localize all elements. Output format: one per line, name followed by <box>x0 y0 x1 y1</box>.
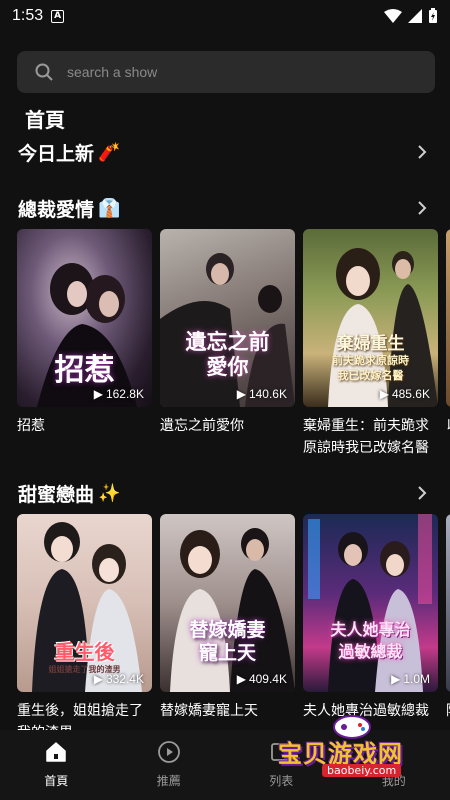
show-title[interactable]: 遺忘之前愛你 <box>160 415 295 437</box>
page-title: 首頁 <box>25 108 65 132</box>
poster-title: 夫人她專治 過敏總裁 <box>330 620 411 661</box>
show-poster[interactable]: 重生後 姐姐搶走了我的渣男 ▶ 332.4K <box>17 514 152 692</box>
nav-item-recommend[interactable]: 推薦 <box>113 730 226 800</box>
status-bar: 1:53 A <box>0 0 450 32</box>
show-card-peek[interactable]: 以 <box>446 229 450 437</box>
section-header-new-today[interactable]: 今日上新 🧨 <box>18 138 432 166</box>
nav-label: 首頁 <box>44 774 69 788</box>
poster-title: 遺忘之前 愛你 <box>185 329 270 379</box>
show-poster[interactable] <box>446 229 450 407</box>
show-title[interactable]: 重生後，姐姐搶走了我的渣男 <box>17 700 152 730</box>
show-poster[interactable]: 棄婦重生 前夫跪求原諒時 我已改嫁名醫 ▶ 485.6K <box>303 229 438 407</box>
show-card[interactable]: 遺忘之前 愛你 ▶ 140.6K 遺忘之前愛你 <box>160 229 295 437</box>
chevron-right-icon[interactable] <box>412 483 432 503</box>
search-input[interactable] <box>67 64 367 80</box>
section-header-ceo-romance[interactable]: 總裁愛情 👔 <box>18 194 432 222</box>
view-count: ▶ 162.8K <box>93 387 144 401</box>
watermark-url: baobeiy.com <box>322 764 402 777</box>
home-icon <box>42 738 70 766</box>
show-poster[interactable]: 遺忘之前 愛你 ▶ 140.6K <box>160 229 295 407</box>
section-title: 今日上新 <box>18 142 95 165</box>
show-title[interactable]: 替嫁嬌妻寵上天 <box>160 700 295 722</box>
poster-subtitle: 前夫跪求原諒時 我已改嫁名醫 <box>332 354 409 382</box>
view-count: ▶ 140.6K <box>236 387 287 401</box>
search-icon <box>35 63 53 81</box>
battery-icon <box>429 8 437 23</box>
poster-title: 重生後 <box>54 640 115 664</box>
show-card[interactable]: 招惹 ▶ 162.8K 招惹 <box>17 229 152 437</box>
signal-icon <box>408 9 422 23</box>
show-title[interactable]: 棄婦重生：前夫跪求原諒時我已改嫁名醫 <box>303 415 438 459</box>
play-icon: ▶ <box>93 387 103 401</box>
search-bar[interactable] <box>17 51 435 93</box>
section-header-sweet-romance[interactable]: 甜蜜戀曲 ✨ <box>18 479 432 507</box>
nav-label: 推薦 <box>156 774 181 788</box>
nav-item-home[interactable]: 首頁 <box>0 730 113 800</box>
watermark-logo: 宝贝游戏网 baobeiy.com <box>272 715 442 784</box>
view-count: ▶ 409.4K <box>236 672 287 686</box>
show-card[interactable]: 棄婦重生 前夫跪求原諒時 我已改嫁名醫 ▶ 485.6K 棄婦重生：前夫跪求原諒時… <box>303 229 438 459</box>
play-icon: ▶ <box>236 672 246 686</box>
suit-icon: 👔 <box>98 197 121 219</box>
show-card[interactable]: 夫人她專治 過敏總裁 ▶ 1.0M 夫人她專治過敏總裁 <box>303 514 438 722</box>
status-icons <box>384 8 438 24</box>
show-card-peek[interactable]: 陳 <box>446 514 450 722</box>
view-count: ▶ 332.4K <box>93 672 144 686</box>
show-title[interactable]: 以 <box>446 415 450 437</box>
show-poster[interactable]: 夫人她專治 過敏總裁 ▶ 1.0M <box>303 514 438 692</box>
poster-title: 替嫁嬌妻 寵上天 <box>189 619 266 664</box>
wifi-icon <box>384 9 402 23</box>
view-count: ▶ 485.6K <box>379 387 430 401</box>
show-row-sweet-romance[interactable]: 重生後 姐姐搶走了我的渣男 ▶332.4K 重生後，姐姐搶走了我的渣男 替嫁嬌妻… <box>17 514 450 730</box>
chevron-right-icon[interactable] <box>412 198 432 218</box>
firecracker-icon: 🧨 <box>98 141 121 163</box>
play-icon: ▶ <box>236 387 246 401</box>
show-poster[interactable]: 替嫁嬌妻 寵上天 ▶ 409.4K <box>160 514 295 692</box>
poster-title: 棄婦重生 <box>336 334 405 354</box>
poster-title: 招惹 <box>54 353 115 388</box>
show-poster[interactable]: 招惹 ▶ 162.8K <box>17 229 152 407</box>
show-title[interactable]: 招惹 <box>17 415 152 437</box>
show-title[interactable]: 陳 <box>446 700 450 722</box>
view-count: ▶ 1.0M <box>391 672 430 686</box>
status-time: 1:53 <box>12 7 44 24</box>
play-icon: ▶ <box>391 672 401 686</box>
show-card[interactable]: 替嫁嬌妻 寵上天 ▶ 409.4K 替嫁嬌妻寵上天 <box>160 514 295 722</box>
notification-icon: A <box>51 9 65 23</box>
play-icon: ▶ <box>379 387 389 401</box>
show-row-ceo-romance[interactable]: 招惹 ▶ 162.8K 招惹 遺忘之前 愛你 ▶ 140.6K 遺忘之前愛你 棄婦重… <box>17 229 450 479</box>
play-icon: ▶ <box>93 672 103 686</box>
section-title: 總裁愛情 <box>18 198 95 221</box>
play-circle-icon <box>155 738 183 766</box>
sparkles-icon: ✨ <box>98 482 121 504</box>
show-poster[interactable] <box>446 514 450 692</box>
section-title: 甜蜜戀曲 <box>18 483 95 506</box>
show-card[interactable]: 重生後 姐姐搶走了我的渣男 ▶332.4K 重生後，姐姐搶走了我的渣男 <box>17 514 152 730</box>
chevron-right-icon[interactable] <box>412 142 432 162</box>
